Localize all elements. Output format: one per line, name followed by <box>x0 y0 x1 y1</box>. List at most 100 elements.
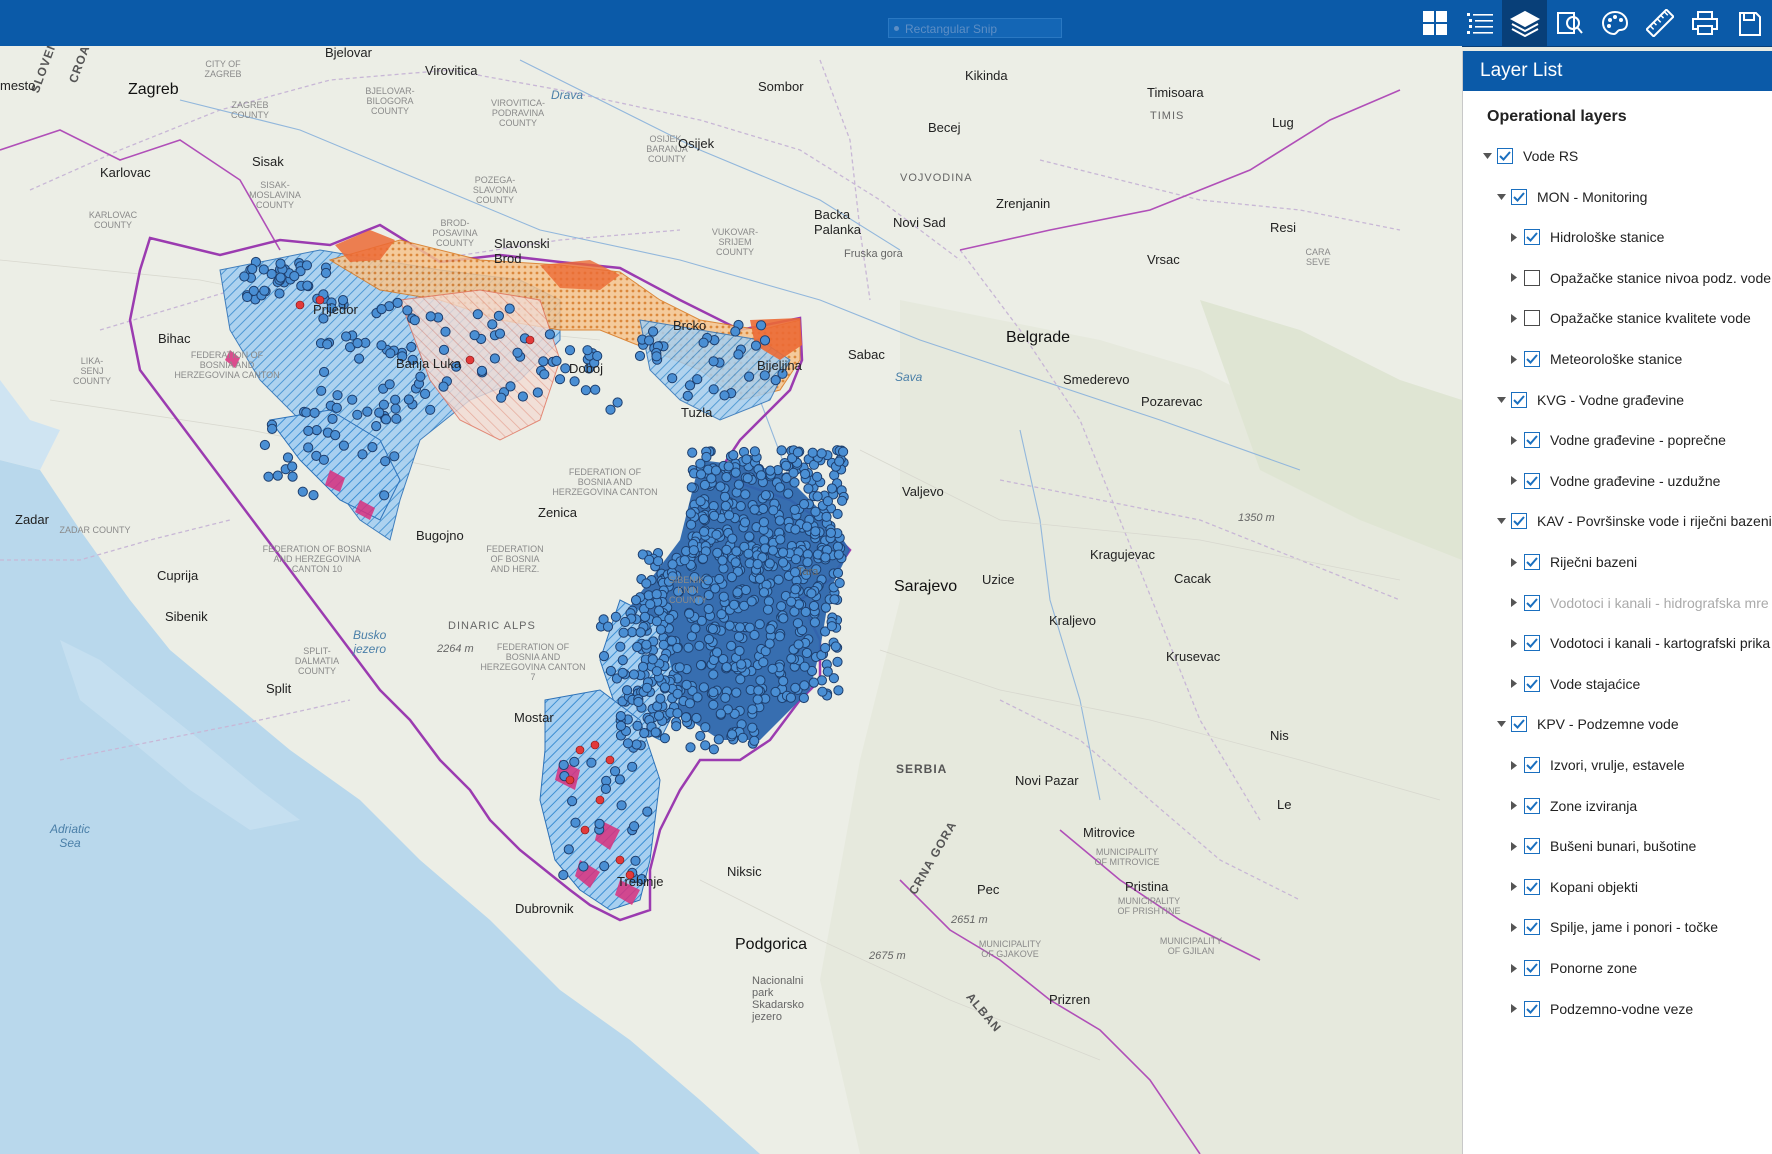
station-point[interactable] <box>647 654 658 665</box>
station-point[interactable] <box>700 722 711 733</box>
station-point[interactable] <box>810 526 821 537</box>
station-point[interactable] <box>808 600 820 612</box>
station-point[interactable] <box>316 385 327 396</box>
layer-visibility-checkbox[interactable] <box>1524 310 1540 327</box>
station-point[interactable] <box>380 456 391 467</box>
caret-right-icon[interactable] <box>1508 1003 1520 1015</box>
station-point[interactable] <box>765 465 776 476</box>
layer-row[interactable]: KAV - Površinske vode i riječni bazeni <box>1495 507 1772 535</box>
station-point[interactable] <box>809 617 821 628</box>
station-point[interactable] <box>639 611 651 623</box>
station-point[interactable] <box>833 685 844 696</box>
station-point[interactable] <box>743 548 754 559</box>
station-point[interactable] <box>551 355 562 366</box>
print-button[interactable] <box>1682 0 1727 46</box>
station-point[interactable] <box>820 552 831 563</box>
station-point[interactable] <box>384 379 395 390</box>
station-point[interactable] <box>749 446 761 457</box>
station-point[interactable] <box>692 374 703 385</box>
layer-visibility-checkbox[interactable] <box>1524 878 1540 895</box>
layer-row[interactable]: Vode stajaćice <box>1508 670 1640 698</box>
station-point[interactable] <box>720 692 731 703</box>
station-point[interactable] <box>632 641 643 653</box>
layer-row[interactable]: KVG - Vodne građevine <box>1495 386 1684 414</box>
station-point[interactable] <box>816 448 827 459</box>
station-point[interactable] <box>679 555 690 566</box>
layer-visibility-checkbox[interactable] <box>1524 797 1540 814</box>
station-point[interactable] <box>332 390 343 401</box>
station-point[interactable] <box>695 730 706 742</box>
station-point[interactable] <box>622 738 634 749</box>
station-point[interactable] <box>602 621 614 632</box>
station-point[interactable] <box>832 508 843 520</box>
caret-right-icon[interactable] <box>1508 434 1520 446</box>
station-point[interactable] <box>755 675 766 686</box>
station-point[interactable] <box>792 447 804 458</box>
layer-list-button[interactable] <box>1502 0 1547 46</box>
station-point[interactable] <box>685 508 696 519</box>
station-point[interactable] <box>615 711 626 722</box>
station-point[interactable] <box>409 315 420 326</box>
save-button[interactable] <box>1727 0 1772 46</box>
station-point[interactable] <box>777 547 789 558</box>
station-point[interactable] <box>800 606 811 618</box>
station-point[interactable] <box>653 710 665 721</box>
station-point[interactable] <box>331 402 342 413</box>
station-point[interactable] <box>274 288 285 299</box>
station-point[interactable] <box>821 511 832 522</box>
station-point[interactable] <box>406 341 417 353</box>
station-point[interactable] <box>301 260 312 271</box>
station-point[interactable] <box>698 682 710 693</box>
station-point[interactable] <box>612 397 623 408</box>
station-point[interactable] <box>544 329 556 340</box>
station-point[interactable] <box>731 687 742 698</box>
station-point[interactable] <box>420 388 431 399</box>
station-point[interactable] <box>655 624 667 635</box>
station-point[interactable] <box>563 844 574 855</box>
station-point[interactable] <box>832 656 843 668</box>
station-point[interactable] <box>338 440 349 451</box>
station-point[interactable] <box>558 869 569 881</box>
station-point[interactable] <box>708 687 719 698</box>
station-point[interactable] <box>425 404 436 415</box>
station-point[interactable] <box>778 557 789 568</box>
station-point[interactable] <box>726 640 737 652</box>
layer-row[interactable]: Meteorološke stanice <box>1508 345 1682 373</box>
station-point[interactable] <box>807 447 818 458</box>
station-point[interactable] <box>259 439 270 451</box>
station-point[interactable] <box>735 501 746 512</box>
station-point[interactable] <box>297 486 308 497</box>
layer-row[interactable]: Opažačke stanice nivoa podz. vode <box>1508 264 1771 292</box>
analysis-button[interactable] <box>1592 0 1637 46</box>
station-point[interactable] <box>664 613 675 624</box>
layer-visibility-checkbox[interactable] <box>1524 675 1540 692</box>
station-point[interactable] <box>247 263 258 275</box>
station-point[interactable] <box>590 384 601 395</box>
station-point[interactable] <box>721 472 732 483</box>
station-point[interactable] <box>783 488 794 499</box>
station-point[interactable] <box>681 679 692 691</box>
station-point[interactable] <box>586 757 597 768</box>
caret-right-icon[interactable] <box>1508 312 1520 324</box>
station-point[interactable] <box>385 348 396 359</box>
station-point[interactable] <box>822 666 833 677</box>
station-point[interactable] <box>701 451 712 463</box>
station-point[interactable] <box>633 696 644 708</box>
caret-down-icon[interactable] <box>1495 394 1507 406</box>
station-point[interactable] <box>820 642 831 654</box>
station-point[interactable] <box>672 642 683 654</box>
station-point[interactable] <box>578 861 589 872</box>
station-point[interactable] <box>629 821 640 832</box>
station-point[interactable] <box>747 722 758 733</box>
station-point[interactable] <box>699 526 710 537</box>
layer-visibility-checkbox[interactable] <box>1497 148 1513 164</box>
station-point[interactable] <box>493 310 504 321</box>
caret-right-icon[interactable] <box>1508 678 1520 690</box>
layer-visibility-checkbox[interactable] <box>1524 838 1540 855</box>
layer-visibility-checkbox[interactable] <box>1511 716 1527 733</box>
station-point[interactable] <box>615 720 627 732</box>
layer-row[interactable]: Vodne građevine - uzdužne <box>1508 467 1720 495</box>
layer-visibility-checkbox[interactable] <box>1511 391 1527 408</box>
station-point[interactable] <box>684 608 695 619</box>
station-point[interactable] <box>764 638 775 649</box>
